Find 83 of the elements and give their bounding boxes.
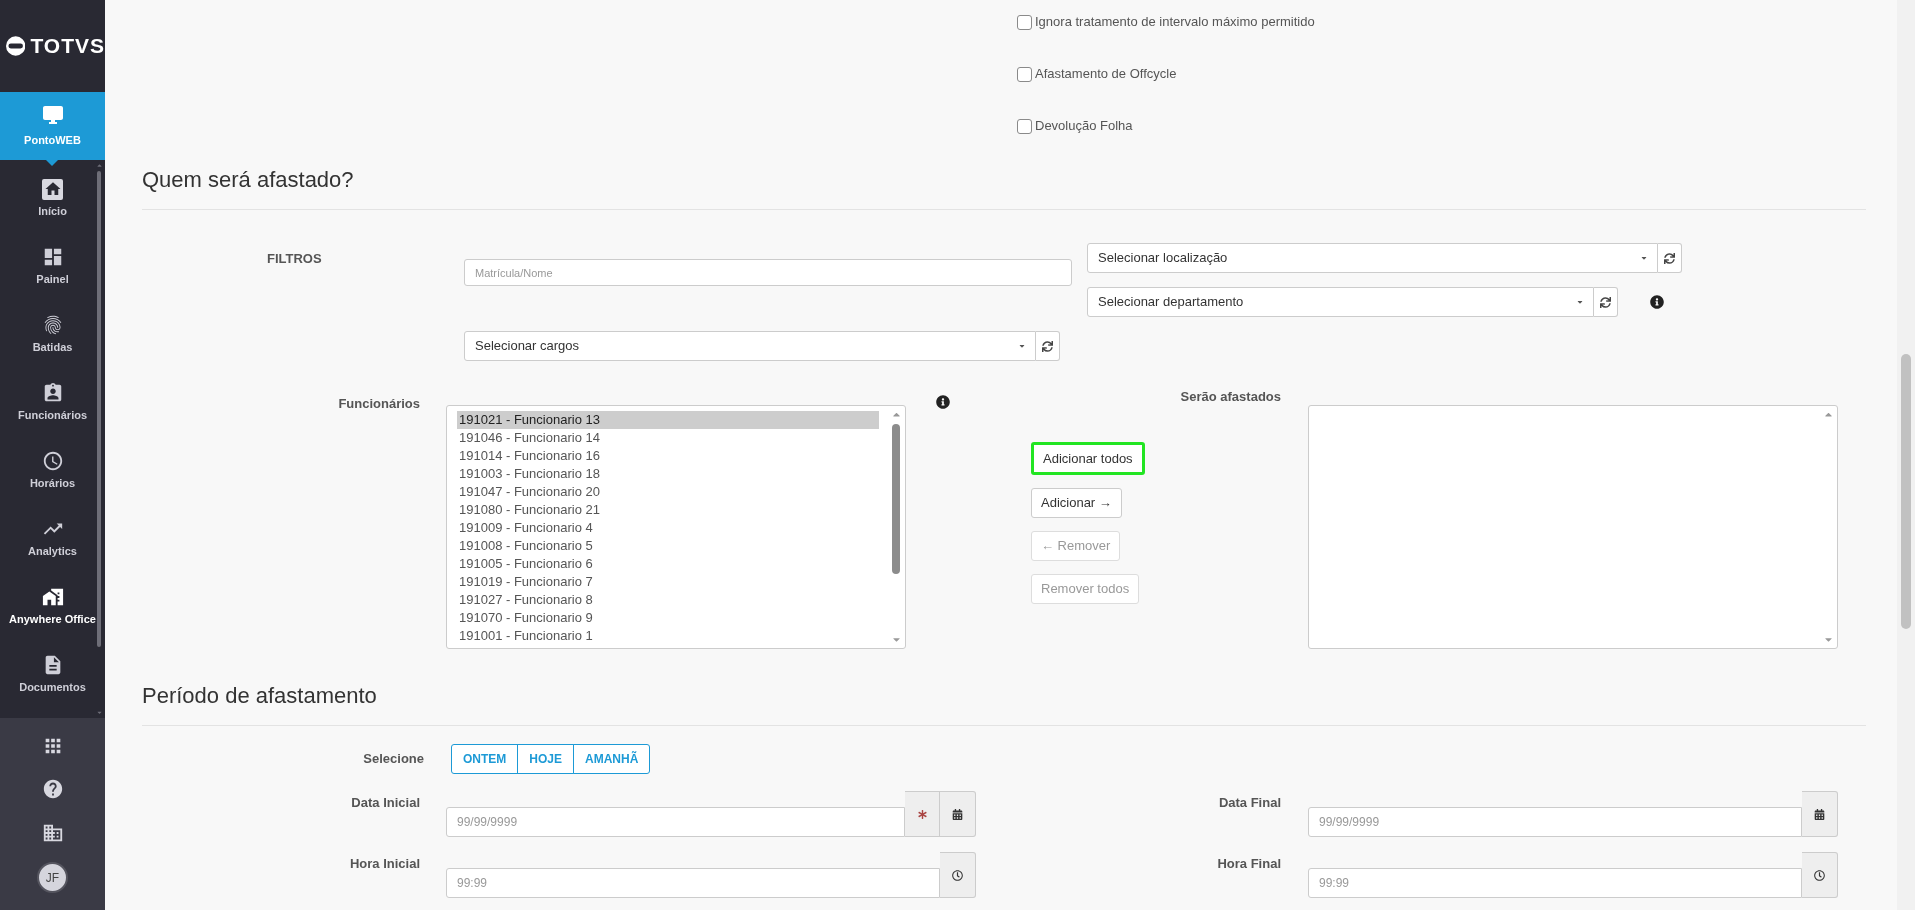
section-title: Período de afastamento	[142, 682, 378, 710]
field-label: Selecione	[363, 751, 424, 767]
refresh-button[interactable]	[1036, 331, 1060, 361]
list-item[interactable]: 191003 - Funcionario 18	[457, 465, 879, 483]
sidebar-item[interactable]: Painel	[0, 232, 105, 300]
calendar-button[interactable]	[940, 791, 976, 837]
field-label: Serão afastados	[1180, 388, 1281, 405]
calendar-button[interactable]	[1802, 791, 1838, 837]
sidebar-item[interactable]: Batidas	[0, 300, 105, 368]
field-label: Data Final	[1218, 794, 1281, 811]
text-field[interactable]: 99/99/9999	[1308, 807, 1802, 837]
select-field[interactable]: Selecionar departamento	[1087, 287, 1594, 317]
caret-down-icon	[95, 709, 103, 716]
field-label: Data Inicial	[351, 794, 420, 811]
section-title: Quem será afastado?	[142, 166, 355, 194]
asterisk-icon	[917, 809, 927, 819]
action-button[interactable]: Adicionar →	[1031, 488, 1122, 518]
checkbox[interactable]	[1017, 66, 1032, 82]
refresh-icon	[1042, 340, 1053, 352]
employee-list[interactable]	[446, 405, 906, 649]
refresh-button[interactable]	[1594, 287, 1618, 317]
refresh-icon	[1600, 296, 1611, 308]
action-button[interactable]: Adicionar todos	[1031, 442, 1145, 475]
checkbox[interactable]	[1017, 14, 1032, 30]
calendar-icon	[952, 808, 963, 820]
filter-label: FILTROS	[267, 251, 322, 267]
text-field[interactable]: 99:99	[1308, 868, 1802, 898]
checkbox-label: Ignora tratamento de intervalo máximo permitido	[1035, 13, 1315, 32]
list-item[interactable]: 191014 - Funcionario 16	[457, 447, 879, 465]
refresh-icon	[1664, 252, 1675, 264]
home-icon	[42, 178, 63, 200]
field-label: Hora Final	[1217, 855, 1281, 872]
list-item[interactable]: 191021 - Funcionario 13	[457, 411, 879, 429]
logo-text: TOTVS	[30, 34, 105, 58]
sidebar-item[interactable]: Funcionários	[0, 368, 105, 436]
field-label: Funcionários	[338, 395, 420, 412]
list-item[interactable]: 191070 - Funcionario 9	[457, 609, 879, 627]
list-item[interactable]: 191027 - Funcionario 8	[457, 591, 879, 609]
text-field[interactable]: 99:99	[446, 868, 940, 898]
refresh-button[interactable]	[1658, 243, 1682, 273]
list-item[interactable]: 191046 - Funcionario 14	[457, 429, 879, 447]
checkbox-label: Afastamento de Offcycle	[1035, 65, 1177, 84]
text-field[interactable]: 99/99/9999	[446, 807, 905, 837]
clock-button[interactable]	[940, 852, 976, 898]
list-item[interactable]: 191080 - Funcionario 21	[457, 501, 879, 519]
page-scrollbar[interactable]	[1897, 0, 1915, 910]
clock-icon	[1814, 869, 1825, 881]
info-icon[interactable]	[1650, 295, 1664, 309]
select-field[interactable]: Selecionar cargos	[464, 331, 1036, 361]
sidebar-item[interactable]: Início	[0, 164, 105, 232]
sidebar-item[interactable]: Anywhere Office	[0, 572, 105, 640]
avatar[interactable]: JF	[37, 862, 68, 893]
select-field[interactable]: Selecionar localização	[1087, 243, 1658, 273]
list-item[interactable]: 191019 - Funcionario 7	[457, 573, 879, 591]
info-icon[interactable]	[936, 395, 950, 409]
clock-icon	[952, 869, 963, 881]
pointer-icon	[46, 160, 58, 166]
sidebar-item[interactable]: Horários	[0, 436, 105, 504]
clock-icon	[41, 450, 64, 472]
sidebar-item[interactable]: Documentos	[0, 640, 105, 708]
scrollbar-thumb[interactable]	[1901, 354, 1911, 629]
checkbox[interactable]	[1017, 118, 1032, 134]
search-field[interactable]: Matrícula/Nome	[464, 259, 1072, 286]
checkbox-label: Devolução Folha	[1035, 117, 1133, 136]
caret-down-icon	[1640, 254, 1648, 262]
list-item[interactable]: 191005 - Funcionario 6	[457, 555, 879, 573]
sidebar-item[interactable]: Analytics	[0, 504, 105, 572]
logo-icon	[6, 35, 26, 57]
clock-button[interactable]	[1802, 852, 1838, 898]
list-item[interactable]: 191008 - Funcionario 5	[457, 537, 879, 555]
caret-up-icon	[95, 162, 103, 169]
list-item[interactable]: 191009 - Funcionario 4	[457, 519, 879, 537]
scrollbar-thumb[interactable]	[97, 171, 101, 647]
field-label: Hora Inicial	[349, 855, 420, 872]
scrollbar-thumb[interactable]	[892, 424, 900, 574]
caret-down-icon	[1018, 342, 1026, 350]
caret-down-icon	[1576, 298, 1584, 306]
list-item[interactable]: 191001 - Funcionario 1	[457, 627, 879, 645]
house-building-icon	[41, 586, 64, 608]
building-icon[interactable]	[41, 822, 64, 844]
list-item[interactable]: 191047 - Funcionario 20	[457, 483, 879, 501]
calendar-icon	[1814, 808, 1825, 820]
help-icon[interactable]	[41, 778, 64, 800]
